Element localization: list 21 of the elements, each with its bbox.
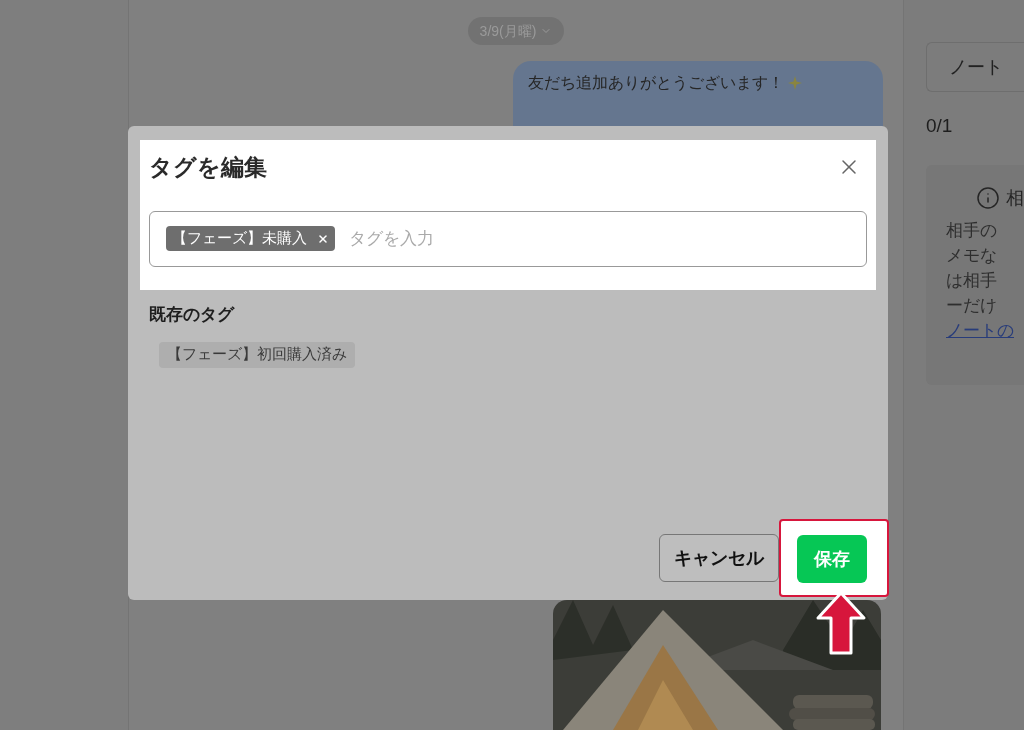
tag-label: 【フェーズ】未購入 — [172, 228, 307, 249]
note-link[interactable]: ノートの — [946, 317, 1024, 343]
tag-input-field[interactable]: 【フェーズ】未購入 タグを入力 — [149, 210, 867, 267]
sparkle-icon — [788, 76, 802, 90]
remove-tag-button[interactable] — [317, 232, 329, 245]
dialog-title: タグを編集 — [149, 153, 267, 182]
save-button[interactable]: 保存 — [797, 535, 867, 583]
note-tab[interactable]: ノート — [926, 42, 1024, 92]
message-text: 友だち追加ありがとうございます！ — [528, 73, 784, 93]
info-text: メモな — [946, 244, 998, 267]
close-icon — [317, 232, 329, 245]
info-title: 相 — [1006, 186, 1024, 210]
existing-tag[interactable]: 【フェーズ】初回購入済み — [159, 341, 355, 368]
info-text: 相手の — [946, 219, 998, 242]
info-text: ーだけ — [946, 294, 998, 317]
info-icon — [976, 186, 1000, 210]
info-text: は相手 — [946, 269, 998, 292]
cancel-button[interactable]: キャンセル — [659, 534, 779, 582]
existing-tags-heading: 既存のタグ — [149, 304, 236, 326]
note-count: 0/1 — [926, 114, 954, 138]
tag-text-input[interactable]: タグを入力 — [349, 225, 850, 252]
